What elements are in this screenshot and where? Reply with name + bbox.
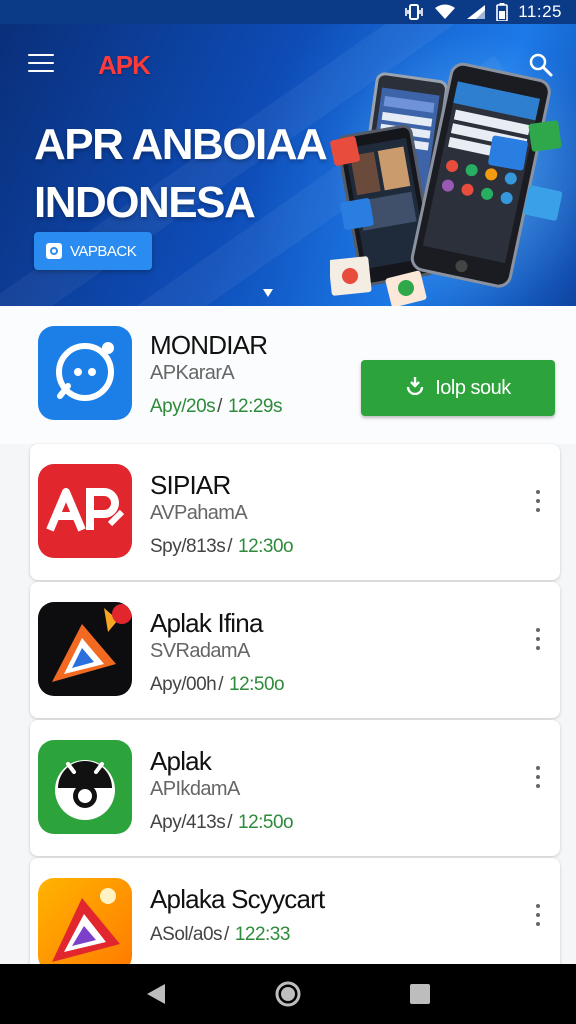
fox-play-icon[interactable] [38, 602, 132, 696]
battery-icon [496, 3, 509, 21]
list-item[interactable]: Aplak Ifina SVRadamA Apy/00h/12:50o [30, 582, 560, 718]
vibrate-icon [404, 4, 424, 20]
app-name: Aplak [150, 746, 212, 776]
app-subtitle: SVRadamA [150, 640, 250, 662]
list-item[interactable]: Aplaka Scyycart ASol/a0s/122:33 [30, 858, 560, 964]
app-name: SIPIAR [150, 470, 231, 500]
home-icon[interactable] [273, 979, 303, 1009]
banner-title-line1: APR ANBOIAA [34, 120, 328, 169]
back-icon[interactable] [141, 979, 171, 1009]
app-name: Aplak Ifina [150, 608, 263, 638]
app-meta: Apy/413s/12:50o [150, 812, 294, 833]
download-button[interactable]: Iolp souk [361, 360, 555, 416]
status-time: 11:25 [518, 2, 562, 21]
app-subtitle: APIkdamA [150, 778, 240, 800]
menu-icon[interactable] [28, 52, 54, 74]
app-subtitle: AVPahamA [150, 502, 248, 524]
banner-button[interactable]: VAPBACK [34, 232, 152, 270]
banner-title-line2: INDONESA [34, 178, 256, 227]
status-bar: 11:25 [0, 0, 576, 24]
ap-logo-icon[interactable] [38, 464, 132, 558]
list-item[interactable]: SIPIAR AVPahamA Spy/813s/12:30o [30, 444, 560, 580]
app-subtitle: APKararA [150, 362, 235, 384]
app-meta: Apy/00h/12:50o [150, 674, 285, 695]
phones-illustration [328, 38, 576, 306]
banner-title: APR ANBOIAA INDONESA [34, 116, 354, 232]
banner-button-icon [46, 243, 62, 259]
app-name: MONDIAR [150, 330, 268, 360]
more-options-icon[interactable] [534, 490, 542, 512]
app-list: MONDIAR APKararA Apy/20s/12:29s Iolp sou… [0, 306, 576, 964]
more-options-icon[interactable] [534, 766, 542, 788]
app-meta: Spy/813s/12:30o [150, 536, 294, 557]
app-logo: APK [98, 50, 151, 80]
more-options-icon[interactable] [534, 904, 542, 926]
list-item[interactable]: MONDIAR APKararA Apy/20s/12:29s Iolp sou… [0, 306, 576, 444]
carousel-indicator[interactable] [263, 284, 273, 297]
app-meta: ASol/a0s/122:33 [150, 924, 290, 945]
wifi-icon [434, 4, 456, 20]
signal-icon [466, 4, 486, 20]
play-triangle-icon[interactable] [38, 878, 132, 964]
app-meta: Apy/20s/12:29s [150, 396, 282, 417]
navigation-bar [0, 964, 576, 1024]
recents-icon[interactable] [405, 979, 435, 1009]
list-item[interactable]: Aplak APIkdamA Apy/413s/12:50o [30, 720, 560, 856]
download-icon [405, 375, 425, 401]
more-options-icon[interactable] [534, 628, 542, 650]
banner-button-label: VAPBACK [70, 242, 137, 260]
app-name: Aplaka Scyycart [150, 884, 325, 914]
hero-banner: APK APR ANBOIAA INDONESA VAPBACK [0, 24, 576, 306]
chat-bubble-icon[interactable] [38, 326, 132, 420]
download-button-label: Iolp souk [435, 376, 511, 399]
android-robot-icon[interactable] [38, 740, 132, 834]
